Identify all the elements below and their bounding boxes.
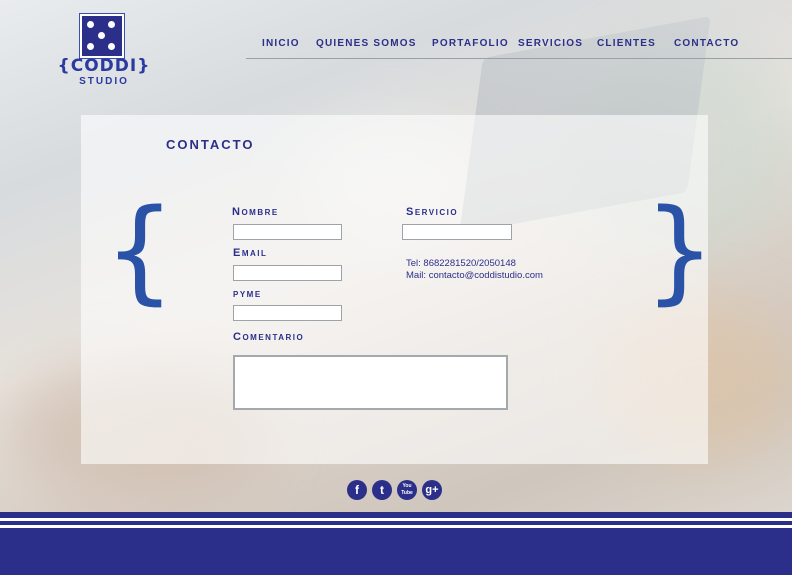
comentario-label: Comentario bbox=[233, 331, 305, 343]
contact-info: Tel: 8682281520/2050148 Mail: contacto@c… bbox=[406, 258, 543, 282]
contact-phone: Tel: 8682281520/2050148 bbox=[406, 258, 516, 269]
brand-subtitle: STUDIO bbox=[79, 76, 129, 87]
nav-inicio[interactable]: INICIO bbox=[262, 38, 300, 49]
pyme-label: pyme bbox=[233, 288, 262, 300]
nav-quienes-somos[interactable]: QUIENES SOMOS bbox=[316, 38, 417, 49]
facebook-icon[interactable]: f bbox=[347, 480, 367, 500]
email-field[interactable] bbox=[233, 265, 342, 281]
footer-band bbox=[0, 512, 792, 575]
servicio-label: Servicio bbox=[406, 206, 459, 218]
nav-servicios[interactable]: SERVICIOS bbox=[518, 38, 583, 49]
twitter-icon[interactable]: t bbox=[372, 480, 392, 500]
servicio-field[interactable] bbox=[402, 224, 512, 240]
right-brace-decoration: } bbox=[644, 186, 716, 316]
brand-name: {CODDI} bbox=[57, 56, 151, 76]
left-brace-decoration: { bbox=[104, 186, 176, 316]
pyme-field[interactable] bbox=[233, 305, 342, 321]
footer-stripe bbox=[0, 525, 792, 528]
nav-contacto[interactable]: CONTACTO bbox=[674, 38, 739, 49]
email-label: Email bbox=[233, 247, 268, 259]
dice-icon bbox=[80, 14, 124, 58]
social-links: f t You Tube g+ bbox=[347, 480, 447, 502]
nav-divider bbox=[246, 58, 792, 59]
nombre-label: Nombre bbox=[232, 206, 279, 218]
nav-portafolio[interactable]: PORTAFOLIO bbox=[432, 38, 509, 49]
footer-stripe bbox=[0, 518, 792, 521]
nav-clientes[interactable]: CLIENTES bbox=[597, 38, 656, 49]
page-title: CONTACTO bbox=[166, 137, 255, 152]
youtube-icon[interactable]: You Tube bbox=[397, 480, 417, 500]
brand-logo[interactable]: {CODDI} STUDIO bbox=[56, 14, 152, 88]
comentario-field[interactable] bbox=[233, 355, 508, 410]
contact-email[interactable]: Mail: contacto@coddistudio.com bbox=[406, 270, 543, 282]
nombre-field[interactable] bbox=[233, 224, 342, 240]
google-plus-icon[interactable]: g+ bbox=[422, 480, 442, 500]
